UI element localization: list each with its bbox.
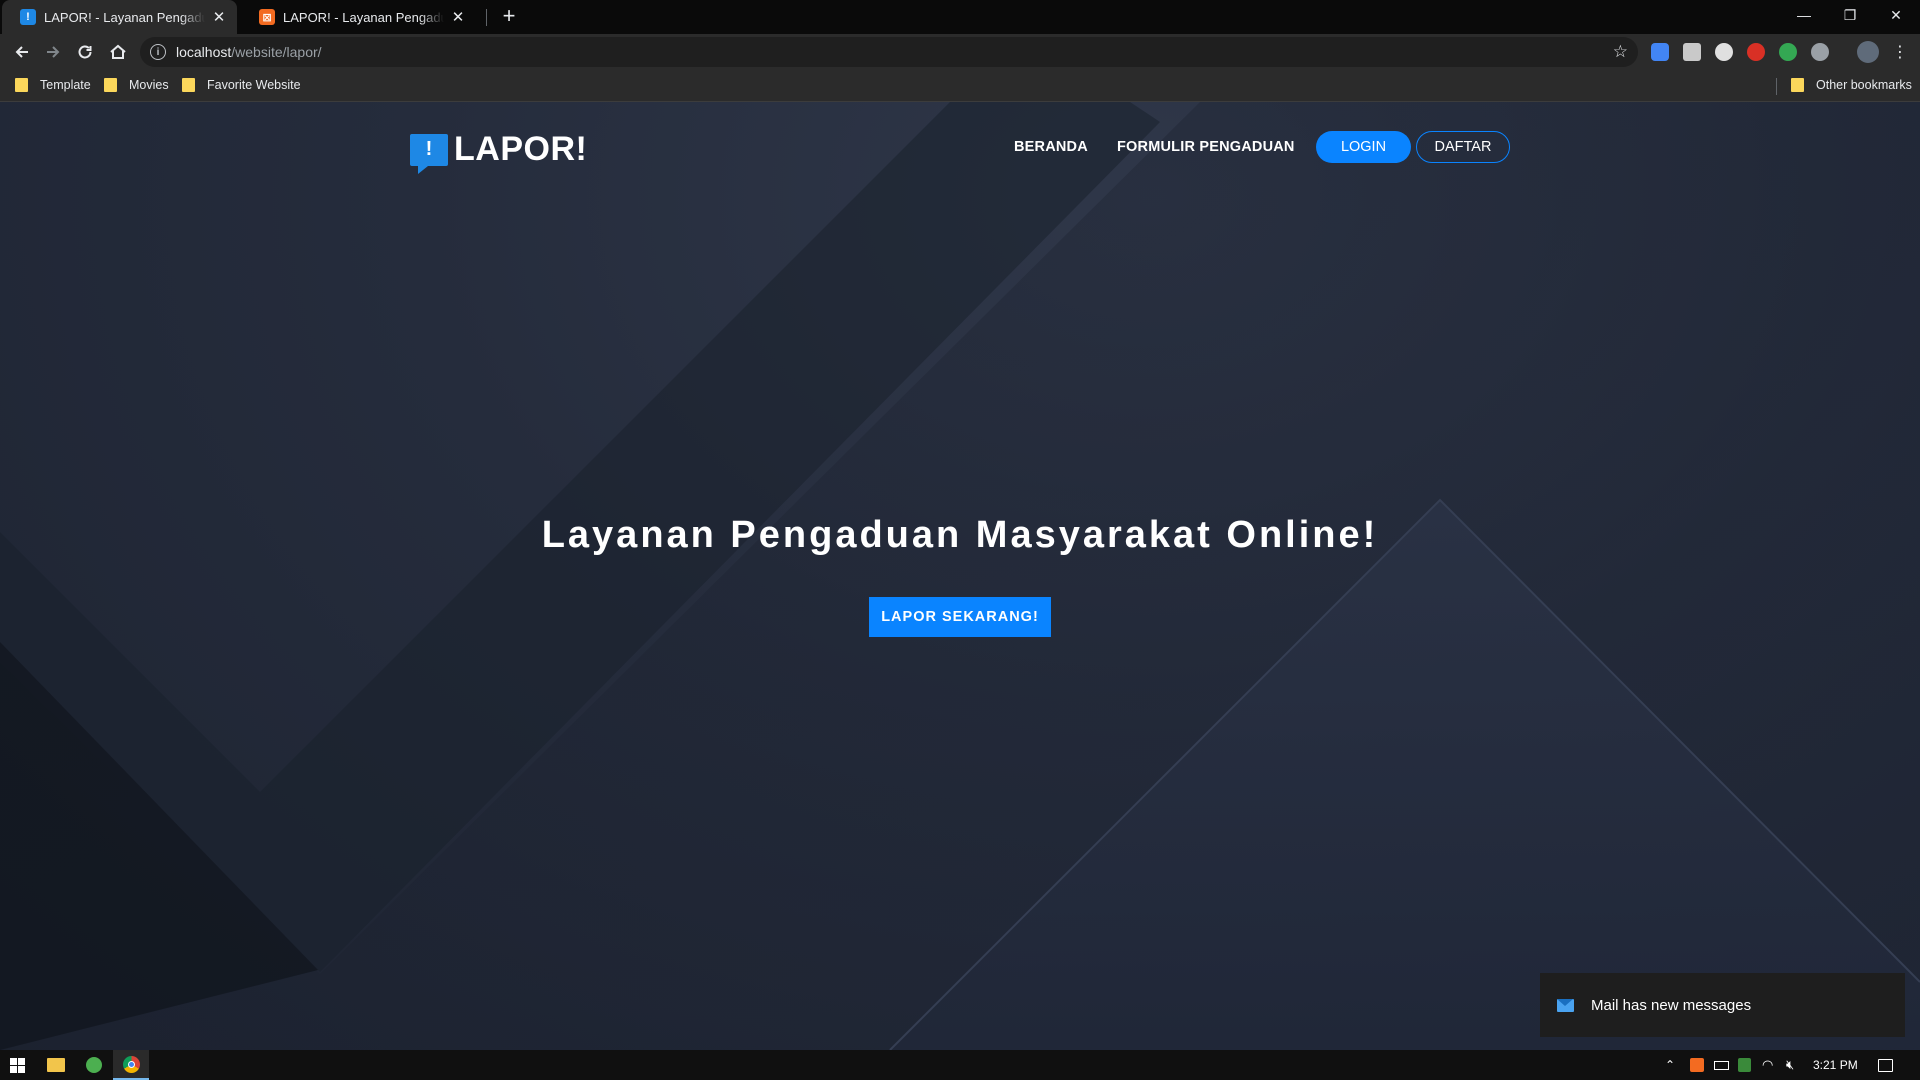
chrome-taskbar-icon[interactable]: [113, 1050, 149, 1080]
lapor-favicon-icon: !: [20, 9, 36, 25]
url-text: localhost/website/lapor/: [176, 44, 322, 60]
windows-taskbar: ⌃ ◠ 🔇︎ 3:21 PM: [0, 1050, 1920, 1080]
tab-title: LAPOR! - Layanan Pengaduan Masyarakat On…: [283, 9, 444, 25]
volume-muted-icon[interactable]: 🔇︎: [1786, 1050, 1794, 1080]
color-extension-icon[interactable]: [1779, 43, 1797, 61]
mail-icon: [1557, 998, 1574, 1012]
app-taskbar-icon[interactable]: [76, 1050, 112, 1080]
bookmark-star-icon[interactable]: ☆: [1613, 42, 1628, 62]
kebab-menu-icon[interactable]: ⋮: [1892, 42, 1908, 62]
show-hidden-icons[interactable]: ⌃: [1665, 1050, 1675, 1080]
bookmarks-bar: Template Movies Favorite Website Other b…: [0, 70, 1920, 102]
bookmark-label: Favorite Website: [207, 78, 301, 92]
browser-toolbar: i localhost/website/lapor/ ☆ ⋮: [0, 34, 1920, 70]
tab-close-icon[interactable]: ✕: [211, 9, 227, 26]
incognito-extension-icon[interactable]: [1811, 43, 1829, 61]
lapor-page: ! LAPOR! BERANDA FORMULIR PENGADUAN LOGI…: [0, 102, 1920, 1050]
clock[interactable]: 3:21 PM: [1813, 1050, 1858, 1080]
site-info-icon[interactable]: i: [150, 44, 166, 60]
bookmark-label: Other bookmarks: [1816, 78, 1912, 92]
chat-extension-icon[interactable]: [1715, 43, 1733, 61]
new-tab-button[interactable]: +: [497, 5, 521, 29]
notification-text: Mail has new messages: [1591, 996, 1752, 1014]
back-button[interactable]: [8, 38, 36, 66]
tab-lapor-second[interactable]: ⊠ LAPOR! - Layanan Pengaduan Masyarakat …: [241, 0, 476, 34]
tab-divider: [486, 9, 487, 26]
tab-lapor-active[interactable]: ! LAPOR! - Layanan Pengaduan Masyarakat …: [2, 0, 237, 34]
folder-icon: [15, 78, 28, 92]
folder-icon: [182, 78, 195, 92]
camera-extension-icon[interactable]: [1683, 43, 1701, 61]
tab-title: LAPOR! - Layanan Pengaduan Masyarakat On…: [44, 9, 205, 25]
reload-icon: [78, 45, 92, 59]
battery-icon[interactable]: [1714, 1050, 1729, 1080]
brand-logo[interactable]: ! LAPOR!: [410, 130, 588, 174]
mail-notification-toast[interactable]: Mail has new messages: [1540, 973, 1905, 1037]
bookmark-label: Movies: [129, 78, 169, 92]
hero-title: Layanan Pengaduan Masyarakat Online!: [541, 514, 1379, 556]
home-icon: [110, 44, 126, 59]
wifi-icon[interactable]: ◠: [1762, 1050, 1773, 1080]
minimize-button[interactable]: —: [1781, 0, 1827, 30]
xampp-favicon-icon: ⊠: [259, 9, 275, 25]
bookmark-movies[interactable]: Movies: [104, 78, 169, 92]
close-window-button[interactable]: ✕: [1873, 0, 1919, 30]
forward-button[interactable]: [39, 38, 67, 66]
folder-icon: [1791, 78, 1804, 92]
forward-arrow-icon: [47, 46, 60, 58]
reload-button[interactable]: [71, 38, 99, 66]
bookmarks-divider: [1776, 78, 1777, 95]
bookmark-favorite-website[interactable]: Favorite Website: [182, 78, 301, 92]
xampp-tray-icon[interactable]: [1690, 1050, 1704, 1080]
other-bookmarks[interactable]: Other bookmarks: [1791, 78, 1912, 92]
brand-name: LAPOR!: [454, 130, 588, 168]
action-center-icon[interactable]: [1878, 1050, 1893, 1080]
bookmark-template[interactable]: Template: [15, 78, 91, 92]
bookmark-label: Template: [40, 78, 91, 92]
start-button[interactable]: [0, 1050, 34, 1080]
browser-tab-strip: ! LAPOR! - Layanan Pengaduan Masyarakat …: [0, 0, 1920, 34]
daftar-button[interactable]: DAFTAR: [1416, 131, 1510, 163]
folder-icon: [104, 78, 117, 92]
lapor-sekarang-button[interactable]: LAPOR SEKARANG!: [869, 597, 1051, 637]
file-explorer-taskbar-icon[interactable]: [38, 1050, 74, 1080]
login-button[interactable]: LOGIN: [1316, 131, 1411, 163]
tab-close-icon[interactable]: ✕: [450, 9, 466, 26]
security-tray-icon[interactable]: [1738, 1050, 1751, 1080]
background-shapes: [0, 102, 1920, 1050]
block-extension-icon[interactable]: [1747, 43, 1765, 61]
windows-logo-icon: [9, 1057, 25, 1073]
profile-avatar[interactable]: [1857, 41, 1879, 63]
nav-formulir-pengaduan[interactable]: FORMULIR PENGADUAN: [1117, 139, 1295, 155]
translate-extension-icon[interactable]: [1651, 43, 1669, 61]
home-button[interactable]: [104, 38, 132, 66]
restore-button[interactable]: ❐: [1827, 0, 1873, 30]
address-bar[interactable]: i localhost/website/lapor/ ☆: [140, 37, 1638, 67]
back-arrow-icon: [15, 46, 28, 58]
nav-beranda[interactable]: BERANDA: [1014, 139, 1088, 155]
lapor-logo-icon: !: [410, 133, 448, 174]
